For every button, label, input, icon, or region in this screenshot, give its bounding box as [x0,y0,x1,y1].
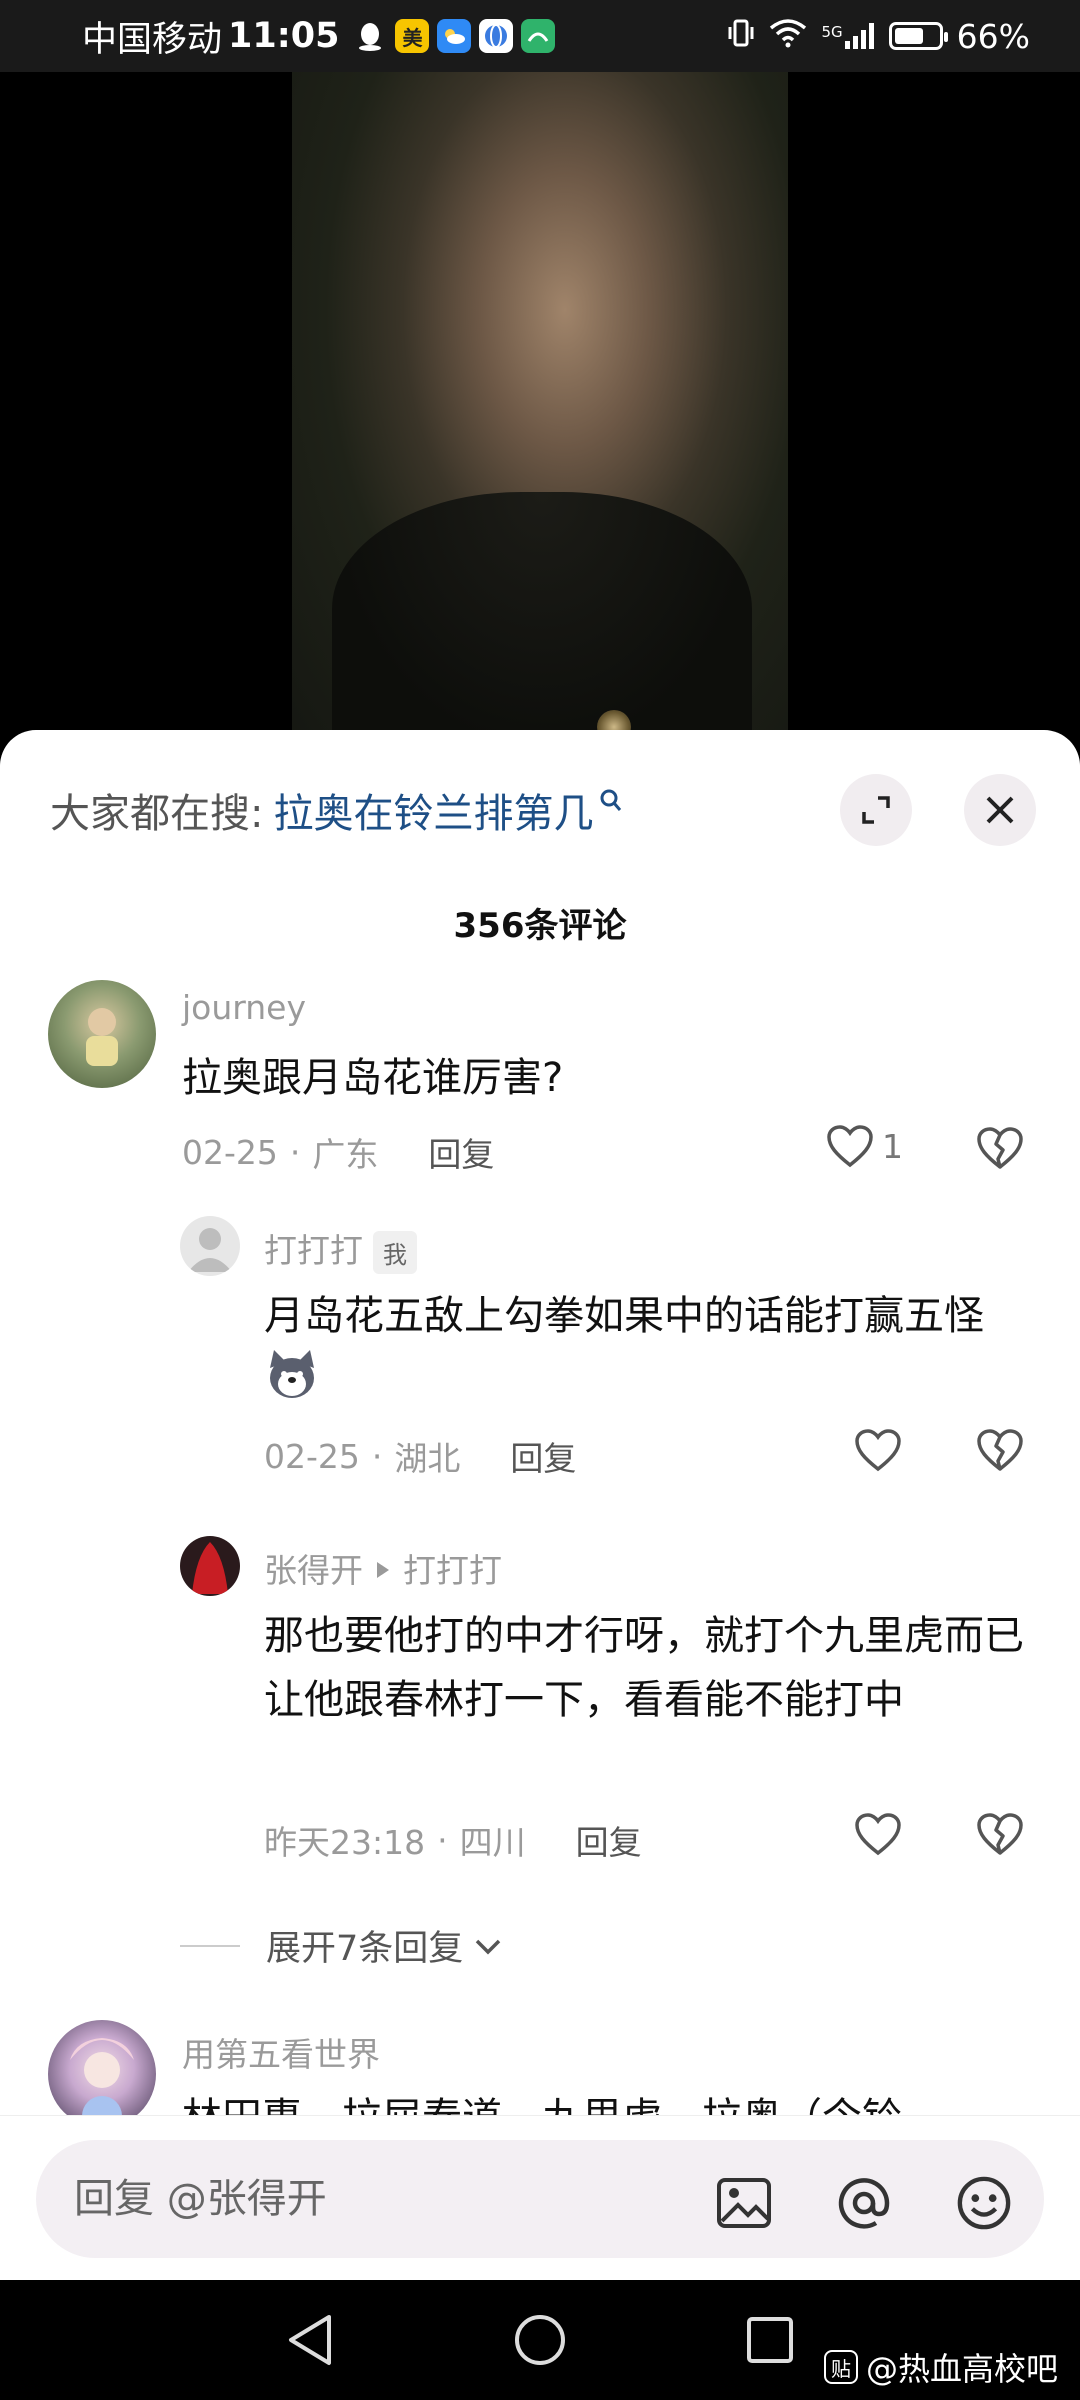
reply-meta: 02-25 · 湖北 回复 [264,1432,576,1480]
reply-button[interactable]: 回复 [428,1128,494,1176]
dislike-button[interactable] [976,1428,1024,1476]
like-button[interactable]: 1 [826,1124,903,1168]
battery-percent: 66% [956,16,1030,56]
meta-dot: · [371,1436,383,1476]
avatar[interactable] [180,1536,240,1596]
chevron-down-icon [473,1926,503,1966]
expand-button[interactable] [840,774,912,846]
notification-icons: 美 [353,19,556,53]
reply-meta: 昨天23:18 · 四川 回复 [264,1816,642,1864]
recents-button[interactable] [740,2310,800,2370]
status-right: 5G 66% [727,17,1030,56]
reply-username-text: 张得开 [264,1551,363,1590]
avatar[interactable] [48,980,156,1088]
reply-text-content: 月岛花五敌上勾拳如果中的话能打赢五怪 [264,1293,984,1339]
reply-username-text: 打打打 [264,1231,363,1270]
browser-icon [479,19,514,53]
heart-icon [855,1813,901,1856]
reply-text[interactable]: 月岛花五敌上勾拳如果中的话能打赢五怪 [264,1284,1044,1419]
qq-icon [353,19,387,53]
reply-username[interactable]: 打打打我 [264,1224,417,1274]
avatar[interactable] [180,1216,240,1276]
reply-date: 02-25 [264,1436,360,1476]
home-icon [515,2315,565,2365]
reply-text[interactable]: 那也要他打的中才行呀，就打个九里虎而已让他跟春林打一下，看看能不能打中 [264,1604,1044,1732]
heart-icon [855,1429,901,1472]
husky-emoji-icon [264,1348,320,1419]
reply-input-container[interactable] [36,2140,1044,2258]
clock: 11:05 [228,16,340,56]
like-button[interactable] [854,1812,902,1856]
status-bar: 中国移动 11:05 美 5G 66% [0,0,1080,72]
recents-icon [747,2317,793,2363]
vibrate-icon [727,17,755,56]
video-frame [292,72,788,752]
divider-line [180,1944,240,1947]
network-type: 5G [821,23,843,41]
expand-icon [862,796,890,824]
close-button[interactable] [964,774,1036,846]
system-nav-bar: 贴 @热血高校吧 [0,2280,1080,2400]
watermark: 贴 @热血高校吧 [823,2344,1058,2390]
reply-arrow-icon [375,1549,391,1588]
mention-icon[interactable] [836,2175,892,2231]
search-prefix: 大家都在搜: [50,791,264,837]
reply-button[interactable]: 回复 [510,1432,576,1480]
comment-text[interactable]: 拉奥跟月岛花谁厉害? [182,1046,1002,1110]
back-button[interactable] [280,2310,340,2370]
comment-date: 02-25 [182,1132,278,1172]
search-query-text: 拉奥在铃兰排第几 [273,791,594,837]
home-button[interactable] [510,2310,570,2370]
signal-icon: 5G [821,23,874,49]
avatar[interactable] [48,2020,156,2128]
search-icon [599,788,623,821]
comment-meta: 02-25 · 广东 回复 [182,1128,494,1176]
reply-username[interactable]: 张得开 打打打 [264,1544,502,1592]
broken-heart-icon [977,1127,1023,1169]
carrier-name: 中国移动 [82,19,223,60]
comment-username[interactable]: journey [182,988,306,1027]
reply-date: 昨天23:18 [264,1823,426,1862]
video-collar [332,492,752,752]
broken-heart-icon [977,1429,1023,1471]
heart-icon [827,1125,873,1168]
close-icon [986,796,1014,824]
app-icon [521,19,556,53]
comment-location: 广东 [312,1135,379,1174]
reply-input-bar [0,2115,1080,2280]
like-count: 1 [882,1126,903,1166]
me-badge: 我 [373,1231,417,1274]
tieba-logo-icon: 贴 [823,2350,858,2384]
watermark-text: @热血高校吧 [865,2350,1058,2388]
comment-count: 356条评论 [453,906,627,946]
meta-dot: · [289,1132,301,1172]
comment-sheet: 大家都在搜: 拉奥在铃兰排第几 356条评论 journey 拉奥跟月岛花谁厉害… [0,730,1080,2280]
meituan-icon: 美 [395,19,430,53]
video-player[interactable] [0,72,1080,752]
comment-username[interactable]: 用第五看世界 [182,2028,380,2076]
reply-location: 湖北 [394,1439,461,1478]
battery-icon [888,22,948,50]
dislike-button[interactable] [976,1812,1024,1860]
reply-location: 四川 [459,1823,526,1862]
image-icon[interactable] [716,2175,772,2231]
expand-replies-button[interactable]: 展开7条回复 [180,1920,503,1971]
expand-replies-label: 展开7条回复 [266,1929,464,1969]
weather-icon [437,19,472,53]
wifi-icon [769,17,807,56]
reply-button[interactable]: 回复 [576,1816,642,1864]
meta-dot: · [437,1820,448,1860]
dislike-button[interactable] [976,1126,1024,1174]
reply-input[interactable] [74,2176,674,2222]
reply-to-username[interactable]: 打打打 [403,1544,502,1592]
search-suggestion-link[interactable]: 拉奥在铃兰排第几 [273,781,623,839]
back-icon [289,2315,331,2365]
emoji-icon[interactable] [956,2175,1012,2231]
like-button[interactable] [854,1428,902,1472]
broken-heart-icon [977,1813,1023,1855]
